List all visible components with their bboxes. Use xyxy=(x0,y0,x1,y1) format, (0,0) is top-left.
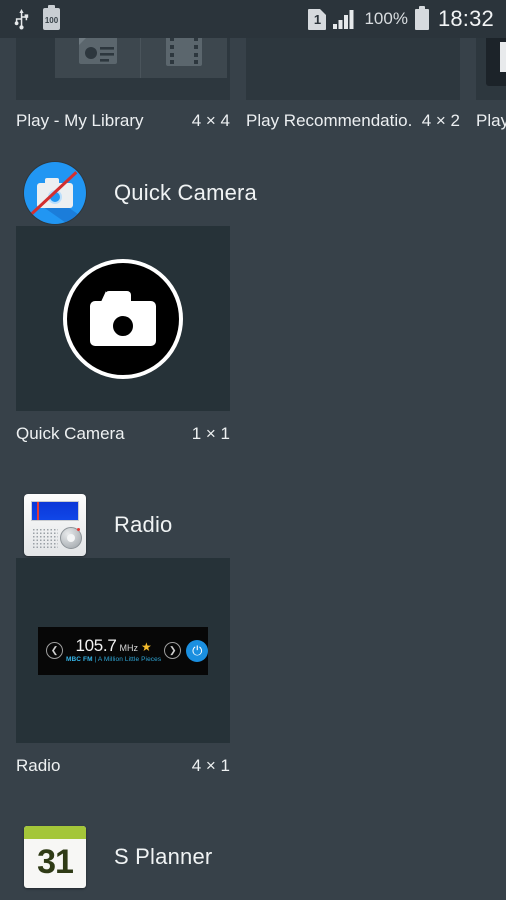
radio-track-title: A Million Little Pieces xyxy=(97,656,162,664)
widget-size: 4 × 2 xyxy=(421,111,460,130)
radio-station-info: 105.7 MHz ★ MBC FM | A Million Little Pi… xyxy=(63,637,164,664)
usb-icon xyxy=(14,8,29,30)
widget-name: Quick Camera xyxy=(16,424,125,443)
widget-size: 4 × 1 xyxy=(191,756,230,775)
power-icon: ⏻ xyxy=(186,639,209,662)
widget-tile-quick-camera[interactable]: Quick Camera 1 × 1 xyxy=(16,226,230,444)
widget-tile-row-radio: ❮ 105.7 MHz ★ MBC FM | A Million Little … xyxy=(0,558,506,776)
widget-label-quick-camera: Quick Camera 1 × 1 xyxy=(16,411,230,444)
widget-tile-row-quick-camera: Quick Camera 1 × 1 xyxy=(0,226,506,444)
widget-name: Radio xyxy=(16,756,61,775)
widget-label-play-my-library: Play - My Library 4 × 4 xyxy=(16,111,230,131)
widget-name: Play Recommendatio.. xyxy=(246,111,412,130)
battery-charging-icon: 100 xyxy=(43,5,60,30)
star-icon: ★ xyxy=(141,640,152,655)
chevron-left-icon: ❮ xyxy=(46,642,63,659)
widget-list-scroll[interactable]: Play - My Library 4 × 4 Play Recommendat… xyxy=(0,0,506,900)
radio-separator: | xyxy=(94,656,97,664)
widget-tile-radio[interactable]: ❮ 105.7 MHz ★ MBC FM | A Million Little … xyxy=(16,558,230,776)
widget-picker-screen: 100 1 100% 18:32 Play - My Library 4 × 4… xyxy=(0,0,506,900)
widget-name: Play - My Library xyxy=(16,111,144,130)
s-planner-app-icon: 31 xyxy=(24,826,86,888)
group-title: Quick Camera xyxy=(114,180,257,205)
radio-player-preview: ❮ 105.7 MHz ★ MBC FM | A Million Little … xyxy=(38,626,209,675)
group-header-radio[interactable]: Radio xyxy=(0,492,506,558)
preview-art-store xyxy=(486,30,506,86)
calendar-day-number: 31 xyxy=(37,843,74,881)
radio-frequency: 105.7 xyxy=(75,636,117,656)
sim-1-icon: 1 xyxy=(308,8,327,30)
widget-size: 4 × 4 xyxy=(191,111,230,130)
battery-percent-label: 100% xyxy=(364,9,408,28)
group-title: Radio xyxy=(114,512,173,537)
widget-row-play: Play - My Library 4 × 4 Play Recommendat… xyxy=(0,22,506,137)
group-header-quick-camera[interactable]: Quick Camera xyxy=(0,160,506,226)
camera-circle-icon xyxy=(63,258,183,379)
widget-cell-play-recommendations[interactable]: Play Recommendatio.. 4 × 2 xyxy=(246,22,460,137)
radio-app-icon xyxy=(24,494,86,556)
widget-label-radio: Radio 4 × 1 xyxy=(16,743,230,776)
radio-station-name: MBC FM xyxy=(66,656,93,664)
battery-full-icon xyxy=(414,5,429,30)
widget-size: 1 × 1 xyxy=(191,424,230,443)
quick-camera-app-icon xyxy=(24,162,86,224)
widget-label-play-recommendations: Play Recommendatio.. 4 × 2 xyxy=(246,111,460,131)
status-bar-clock: 18:32 xyxy=(437,6,494,31)
widget-label-play-store: Play S xyxy=(476,111,506,131)
radio-now-playing: MBC FM | A Million Little Pieces xyxy=(66,657,161,664)
status-bar-right-icons: 1 100% 18:32 xyxy=(308,5,494,32)
widget-cell-play-my-library[interactable]: Play - My Library 4 × 4 xyxy=(16,22,230,137)
signal-bars-icon xyxy=(333,9,357,29)
widget-cell-play-store[interactable]: Play S xyxy=(476,22,506,137)
radio-frequency-unit: MHz xyxy=(119,643,139,654)
widget-group-s-planner: 31 S Planner xyxy=(0,824,506,890)
widget-preview-quick-camera[interactable] xyxy=(16,226,230,411)
status-bar: 100 1 100% 18:32 xyxy=(0,0,506,38)
widget-group-radio: Radio ❮ 105.7 MHz ★ MBC FM | A Million L… xyxy=(0,492,506,776)
widget-preview-radio[interactable]: ❮ 105.7 MHz ★ MBC FM | A Million Little … xyxy=(16,558,230,743)
group-header-s-planner[interactable]: 31 S Planner xyxy=(0,824,506,890)
chevron-right-icon: ❯ xyxy=(164,642,182,659)
group-title: S Planner xyxy=(114,844,213,869)
widget-group-quick-camera: Quick Camera Quick Camera 1 × 1 xyxy=(0,160,506,444)
widget-name: Play S xyxy=(476,111,506,130)
status-bar-left-icons: 100 xyxy=(14,5,60,30)
